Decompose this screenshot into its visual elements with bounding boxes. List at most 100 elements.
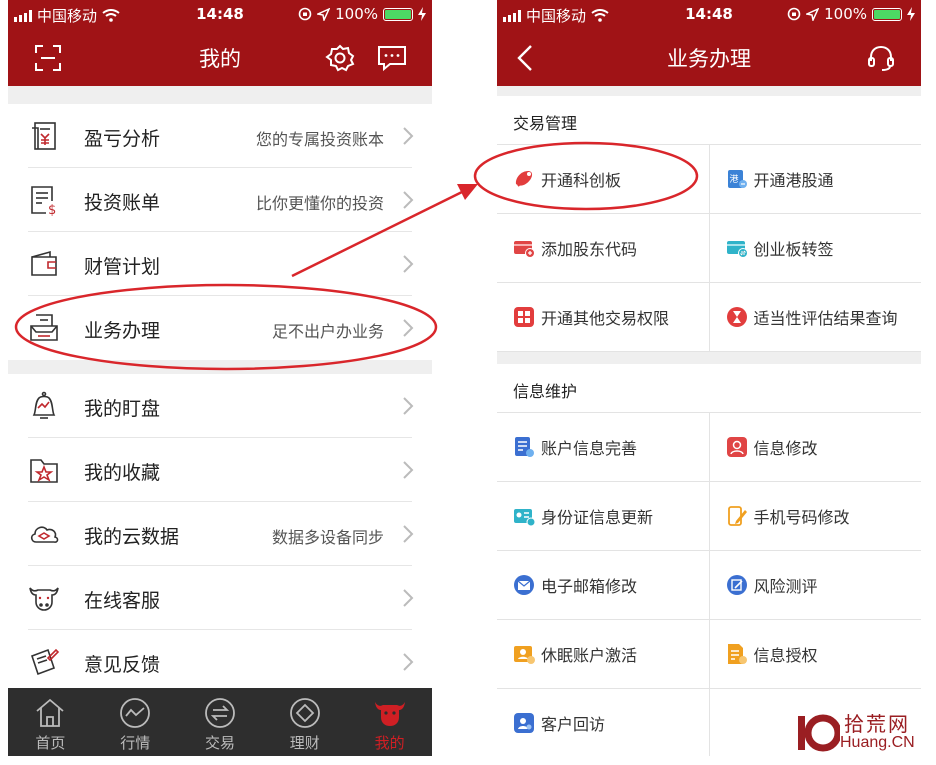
business-handling-icon <box>30 314 58 341</box>
grid-row: 休眠账户激活 信息授权 <box>497 620 921 689</box>
grid-item-label: 开通科创板 <box>541 171 622 190</box>
menu-item-feedback[interactable]: 意见反馈 <box>8 630 432 694</box>
battery-icon <box>872 7 902 21</box>
grid-item-shareholder-code[interactable]: 添加股东代码 <box>497 214 710 282</box>
account-info-icon <box>515 437 534 457</box>
suitability-query-icon <box>726 307 747 327</box>
risk-assessment-icon <box>726 575 747 595</box>
chevron-right-icon <box>403 319 414 337</box>
grid-item-email[interactable]: 电子邮箱修改 <box>497 551 710 619</box>
menu-item-cloud-data[interactable]: 我的云数据 数据多设备同步 <box>8 502 432 566</box>
battery-icon <box>383 7 413 21</box>
location-icon <box>806 7 820 21</box>
favorites-star-icon <box>30 459 58 483</box>
grid-item-label: 客户回访 <box>541 715 606 734</box>
grid-row: 开通其他交易权限 适当性评估结果查询 <box>497 283 921 352</box>
grid-item-label: 创业板转签 <box>753 240 834 259</box>
menu-item-wallet-plan[interactable]: 财管计划 <box>8 232 432 296</box>
menu-desc: 足不出户办业务 <box>271 322 384 341</box>
bell-watch-icon <box>32 391 56 419</box>
grid-item-gem-transfer[interactable]: 创业板转签 <box>710 214 922 282</box>
svg-text:$: $ <box>48 203 56 216</box>
menu-item-profit-analysis[interactable]: 盈亏分析 您的专属投资账本 <box>8 104 432 168</box>
svg-text:港: 港 <box>729 173 738 185</box>
menu-label: 财管计划 <box>84 256 161 278</box>
bull-service-icon <box>29 587 59 611</box>
charging-icon <box>418 7 426 21</box>
chevron-right-icon <box>403 653 414 671</box>
battery-percent: 100% <box>824 5 867 23</box>
grid-info-maintenance: 账户信息完善 信息修改 身份证信息更新 手机号码修改 电子邮箱修改 风险测评 休… <box>497 412 921 756</box>
message-icon[interactable] <box>376 42 408 74</box>
section-info-maintenance: 信息维护 <box>497 364 921 412</box>
grid-item-suitability-query[interactable]: 适当性评估结果查询 <box>710 283 922 351</box>
grid-item-label: 电子邮箱修改 <box>541 577 638 596</box>
rotation-lock-icon <box>787 7 801 21</box>
section-title: 信息维护 <box>513 382 578 401</box>
chevron-right-icon <box>403 397 414 415</box>
grid-row: 电子邮箱修改 风险测评 <box>497 551 921 620</box>
home-icon <box>36 698 64 727</box>
left-screen: 中国移动 14:48 100% 我的 盈亏分析 您的专属投资账本 $ 投资账单 … <box>8 0 432 756</box>
menu-item-online-service[interactable]: 在线客服 <box>8 566 432 630</box>
watermark-emblem-icon <box>798 714 840 752</box>
menu-item-watchlist[interactable]: 我的盯盘 <box>8 374 432 438</box>
grid-item-label: 身份证信息更新 <box>541 508 654 527</box>
tab-finance[interactable]: 理财 <box>262 688 347 756</box>
feedback-pen-icon <box>30 648 60 676</box>
tab-trade[interactable]: 交易 <box>178 688 263 756</box>
menu-label: 我的盯盘 <box>84 398 161 420</box>
menu-item-investment-bill[interactable]: $ 投资账单 比你更懂你的投资 <box>8 168 432 232</box>
profit-analysis-icon <box>32 122 56 150</box>
annotation-arrow-head <box>457 184 478 200</box>
info-authorize-icon <box>727 644 747 664</box>
grid-item-dormant-account[interactable]: 休眠账户激活 <box>497 620 710 688</box>
grid-item-id-card[interactable]: 身份证信息更新 <box>497 482 710 550</box>
menu-label: 业务办理 <box>84 320 161 342</box>
tab-market[interactable]: 行情 <box>93 688 178 756</box>
grid-item-risk-assessment[interactable]: 风险测评 <box>710 551 922 619</box>
grid-item-phone-edit[interactable]: 手机号码修改 <box>710 482 922 550</box>
tab-label: 交易 <box>204 734 235 752</box>
grid-row: 身份证信息更新 手机号码修改 <box>497 482 921 551</box>
tab-label: 我的 <box>374 734 405 752</box>
hk-connect-icon: 港 <box>727 170 747 188</box>
grid-item-account-info[interactable]: 账户信息完善 <box>497 413 710 481</box>
menu-group-assets: 盈亏分析 您的专属投资账本 $ 投资账单 比你更懂你的投资 财管计划 业务办理 … <box>8 104 432 360</box>
grid-item-hk-connect[interactable]: 港 开通港股通 <box>710 145 922 213</box>
headset-support-icon[interactable] <box>865 42 897 74</box>
menu-desc: 数据多设备同步 <box>271 528 384 547</box>
menu-item-business-handling[interactable]: 业务办理 足不出户办业务 <box>8 296 432 360</box>
grid-item-label: 手机号码修改 <box>753 508 850 527</box>
cloud-data-icon <box>30 526 59 543</box>
menu-item-favorites[interactable]: 我的收藏 <box>8 438 432 502</box>
tab-home[interactable]: 首页 <box>8 688 93 756</box>
grid-item-label: 适当性评估结果查询 <box>753 309 898 328</box>
location-icon <box>317 7 331 21</box>
tab-mine[interactable]: 我的 <box>347 688 432 756</box>
menu-label: 在线客服 <box>84 590 161 612</box>
grid-item-star-market[interactable]: 开通科创板 <box>497 145 710 213</box>
menu-group-personal: 我的盯盘 我的收藏 我的云数据 数据多设备同步 在线客服 意见反馈 <box>8 374 432 694</box>
grid-item-customer-visit[interactable]: 客户回访 <box>497 689 710 756</box>
rotation-lock-icon <box>298 7 312 21</box>
status-right: 100% <box>298 5 426 23</box>
grid-item-info-authorize[interactable]: 信息授权 <box>710 620 922 688</box>
menu-desc: 比你更懂你的投资 <box>255 194 384 213</box>
grid-row: 开通科创板 港 开通港股通 <box>497 145 921 214</box>
nav-bar: 我的 <box>8 30 432 86</box>
grid-item-other-permissions[interactable]: 开通其他交易权限 <box>497 283 710 351</box>
grid-item-label: 开通其他交易权限 <box>541 309 670 328</box>
phone-edit-icon <box>727 506 747 526</box>
grid-item-info-modify[interactable]: 信息修改 <box>710 413 922 481</box>
shareholder-code-icon <box>514 241 535 258</box>
star-market-icon <box>515 171 533 187</box>
grid-item-label: 添加股东代码 <box>541 240 638 259</box>
status-bar: 中国移动 14:48 100% <box>497 0 921 30</box>
watermark-cn: 拾荒网 <box>844 712 910 736</box>
chevron-right-icon <box>403 255 414 273</box>
chevron-right-icon <box>403 127 414 145</box>
email-icon <box>514 575 534 595</box>
tab-label: 理财 <box>289 734 320 752</box>
settings-gear-icon[interactable] <box>324 42 356 74</box>
